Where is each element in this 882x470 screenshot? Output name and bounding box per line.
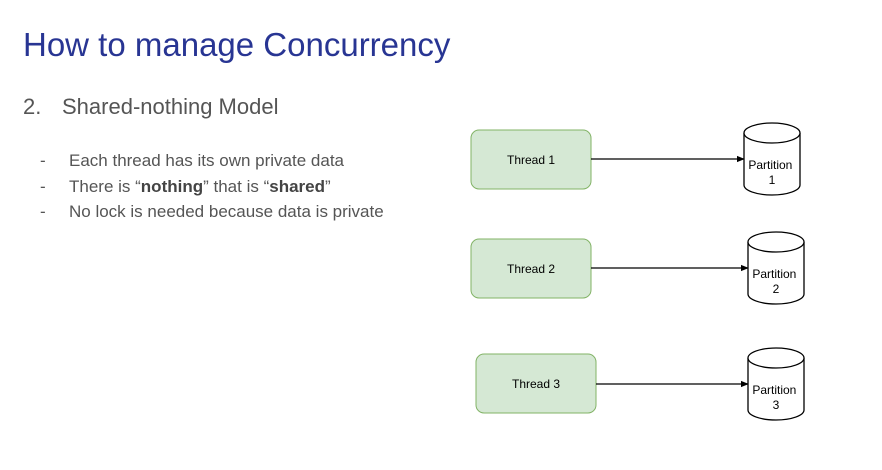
slide: How to manage Concurrency 2. Shared-nothi… bbox=[0, 0, 882, 470]
partition-node-2: Partition 2 bbox=[747, 231, 805, 305]
thread-node-3: Thread 3 bbox=[475, 353, 597, 414]
thread-partition-diagram: Thread 1 Partition 1 Thread 2 Partition … bbox=[470, 122, 805, 421]
partition-node-1: Partition 1 bbox=[743, 122, 801, 196]
thread-label-2: Thread 2 bbox=[507, 262, 555, 276]
partition-node-3: Partition 3 bbox=[747, 347, 805, 421]
thread-node-1: Thread 1 bbox=[470, 129, 592, 190]
thread-label-3: Thread 3 bbox=[512, 377, 560, 391]
thread-node-2: Thread 2 bbox=[470, 238, 592, 299]
thread-label-1: Thread 1 bbox=[507, 153, 555, 167]
